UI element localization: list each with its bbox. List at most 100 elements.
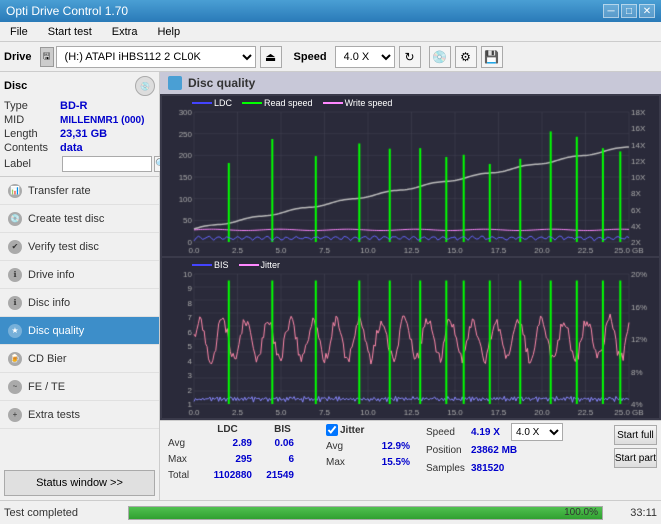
menu-start-test[interactable]: Start test bbox=[42, 24, 98, 40]
bis-legend-item: BIS bbox=[192, 260, 229, 270]
extra-tests-icon: + bbox=[8, 408, 22, 422]
start-part-button[interactable]: Start part bbox=[614, 448, 657, 468]
drive-selector[interactable]: (H:) ATAPI iHBS112 2 CL0K bbox=[56, 46, 256, 68]
progress-fill bbox=[129, 507, 602, 519]
disc-title: Disc bbox=[4, 80, 27, 92]
nav-create-test-disc[interactable]: 💿 Create test disc bbox=[0, 205, 159, 233]
burn-button[interactable]: 💿 bbox=[429, 46, 451, 68]
minimize-button[interactable]: ─ bbox=[603, 4, 619, 18]
charts-area: LDC Read speed Write speed bbox=[160, 94, 661, 420]
jitter-max-row: Max 15.5% bbox=[326, 454, 410, 470]
position-row: Position 23862 MB bbox=[426, 442, 563, 458]
read-speed-legend-label: Read speed bbox=[264, 98, 313, 108]
stats-table-section: LDC BIS Avg 2.89 0.06 Max 295 6 Total bbox=[160, 421, 310, 483]
nav-disc-quality-label: Disc quality bbox=[28, 325, 84, 337]
status-time: 33:11 bbox=[607, 507, 657, 519]
jitter-max-label: Max bbox=[326, 457, 358, 468]
max-ldc: 295 bbox=[200, 454, 252, 465]
refresh-button[interactable]: ↻ bbox=[399, 46, 421, 68]
nav-disc-info[interactable]: ℹ Disc info bbox=[0, 289, 159, 317]
menu-extra[interactable]: Extra bbox=[106, 24, 144, 40]
bis-legend-label: BIS bbox=[214, 260, 229, 270]
settings-button[interactable]: ⚙ bbox=[455, 46, 477, 68]
disc-mid-key: MID bbox=[4, 114, 60, 126]
disc-type-row: Type BD-R bbox=[4, 100, 155, 112]
nav-verify-test-disc[interactable]: ✔ Verify test disc bbox=[0, 233, 159, 261]
bis-col-header: BIS bbox=[255, 424, 310, 435]
start-full-button[interactable]: Start full bbox=[614, 425, 657, 445]
menu-help[interactable]: Help bbox=[151, 24, 186, 40]
nav-fe-te[interactable]: ~ FE / TE bbox=[0, 373, 159, 401]
save-button[interactable]: 💾 bbox=[481, 46, 503, 68]
window-controls: ─ □ ✕ bbox=[603, 4, 655, 18]
ldc-chart bbox=[162, 96, 659, 256]
write-speed-legend-label: Write speed bbox=[345, 98, 393, 108]
chart-title: Disc quality bbox=[188, 76, 255, 90]
chart1-legend: LDC Read speed Write speed bbox=[192, 98, 392, 108]
read-speed-legend-color bbox=[242, 102, 262, 104]
upper-chart: LDC Read speed Write speed bbox=[162, 96, 659, 256]
nav-extra-tests[interactable]: + Extra tests bbox=[0, 401, 159, 429]
speed-row: Speed 4.19 X 4.0 X bbox=[426, 424, 563, 440]
speed-val: 4.19 X bbox=[471, 427, 511, 438]
nav-fe-te-label: FE / TE bbox=[28, 381, 65, 393]
disc-contents-value: data bbox=[60, 142, 83, 154]
ldc-legend-item: LDC bbox=[192, 98, 232, 108]
jitter-avg-row: Avg 12.9% bbox=[326, 438, 410, 454]
progress-text: 100.0% bbox=[564, 507, 598, 519]
menu-file[interactable]: File bbox=[4, 24, 34, 40]
disc-header: Disc 💿 bbox=[4, 76, 155, 96]
disc-length-key: Length bbox=[4, 128, 60, 140]
samples-val: 381520 bbox=[471, 463, 504, 474]
maximize-button[interactable]: □ bbox=[621, 4, 637, 18]
status-bar: Test completed 100.0% 33:11 bbox=[0, 500, 661, 524]
disc-mid-row: MID MILLENMR1 (000) bbox=[4, 114, 155, 126]
speed-selector[interactable]: 4.0 X bbox=[335, 46, 395, 68]
jitter-checkbox[interactable] bbox=[326, 424, 338, 436]
chart-header: Disc quality bbox=[160, 72, 661, 94]
nav-cd-bier[interactable]: 🍺 CD Bier bbox=[0, 345, 159, 373]
create-test-disc-icon: 💿 bbox=[8, 212, 22, 226]
eject-button[interactable]: ⏏ bbox=[260, 46, 282, 68]
avg-bis: 0.06 bbox=[252, 438, 294, 449]
write-speed-legend-color bbox=[323, 102, 343, 104]
jitter-avg-label: Avg bbox=[326, 441, 358, 452]
stats-headers: LDC BIS bbox=[168, 424, 310, 435]
main-area: Disc 💿 Type BD-R MID MILLENMR1 (000) Len… bbox=[0, 72, 661, 500]
jitter-header: Jitter bbox=[326, 424, 410, 436]
ldc-legend-color bbox=[192, 102, 212, 104]
speed-lbl: Speed bbox=[426, 427, 471, 438]
nav-disc-quality[interactable]: ★ Disc quality bbox=[0, 317, 159, 345]
disc-quality-icon: ★ bbox=[8, 324, 22, 338]
progress-bar: 100.0% bbox=[128, 506, 603, 520]
nav-verify-test-disc-label: Verify test disc bbox=[28, 241, 99, 253]
speed-label: Speed bbox=[294, 51, 327, 63]
status-window-button[interactable]: Status window >> bbox=[4, 470, 155, 496]
nav-transfer-rate[interactable]: 📊 Transfer rate bbox=[0, 177, 159, 205]
position-val: 23862 MB bbox=[471, 445, 517, 456]
jitter-max-val: 15.5% bbox=[358, 457, 410, 468]
max-bis: 6 bbox=[252, 454, 294, 465]
speed-dropdown[interactable]: 4.0 X bbox=[511, 423, 563, 441]
title-bar: Opti Drive Control 1.70 ─ □ ✕ bbox=[0, 0, 661, 22]
speed-section: Speed 4.19 X 4.0 X Position 23862 MB Sam… bbox=[410, 421, 563, 476]
nav-drive-info[interactable]: ℹ Drive info bbox=[0, 261, 159, 289]
write-speed-legend-item: Write speed bbox=[323, 98, 393, 108]
total-bis: 21549 bbox=[252, 470, 294, 481]
verify-test-disc-icon: ✔ bbox=[8, 240, 22, 254]
chart2-legend: BIS Jitter bbox=[192, 260, 280, 270]
jitter-legend-color bbox=[239, 264, 259, 266]
nav-cd-bier-label: CD Bier bbox=[28, 353, 67, 365]
disc-length-value: 23,31 GB bbox=[60, 128, 107, 140]
disc-section: Disc 💿 Type BD-R MID MILLENMR1 (000) Len… bbox=[0, 72, 159, 177]
jitter-legend-item: Jitter bbox=[239, 260, 281, 270]
nav-items: 📊 Transfer rate 💿 Create test disc ✔ Ver… bbox=[0, 177, 159, 466]
disc-info-icon: ℹ bbox=[8, 296, 22, 310]
ldc-legend-label: LDC bbox=[214, 98, 232, 108]
disc-label-input[interactable] bbox=[62, 156, 152, 172]
max-label: Max bbox=[168, 454, 200, 465]
avg-ldc: 2.89 bbox=[200, 438, 252, 449]
nav-disc-info-label: Disc info bbox=[28, 297, 70, 309]
stats-area: LDC BIS Avg 2.89 0.06 Max 295 6 Total bbox=[160, 420, 661, 500]
close-button[interactable]: ✕ bbox=[639, 4, 655, 18]
